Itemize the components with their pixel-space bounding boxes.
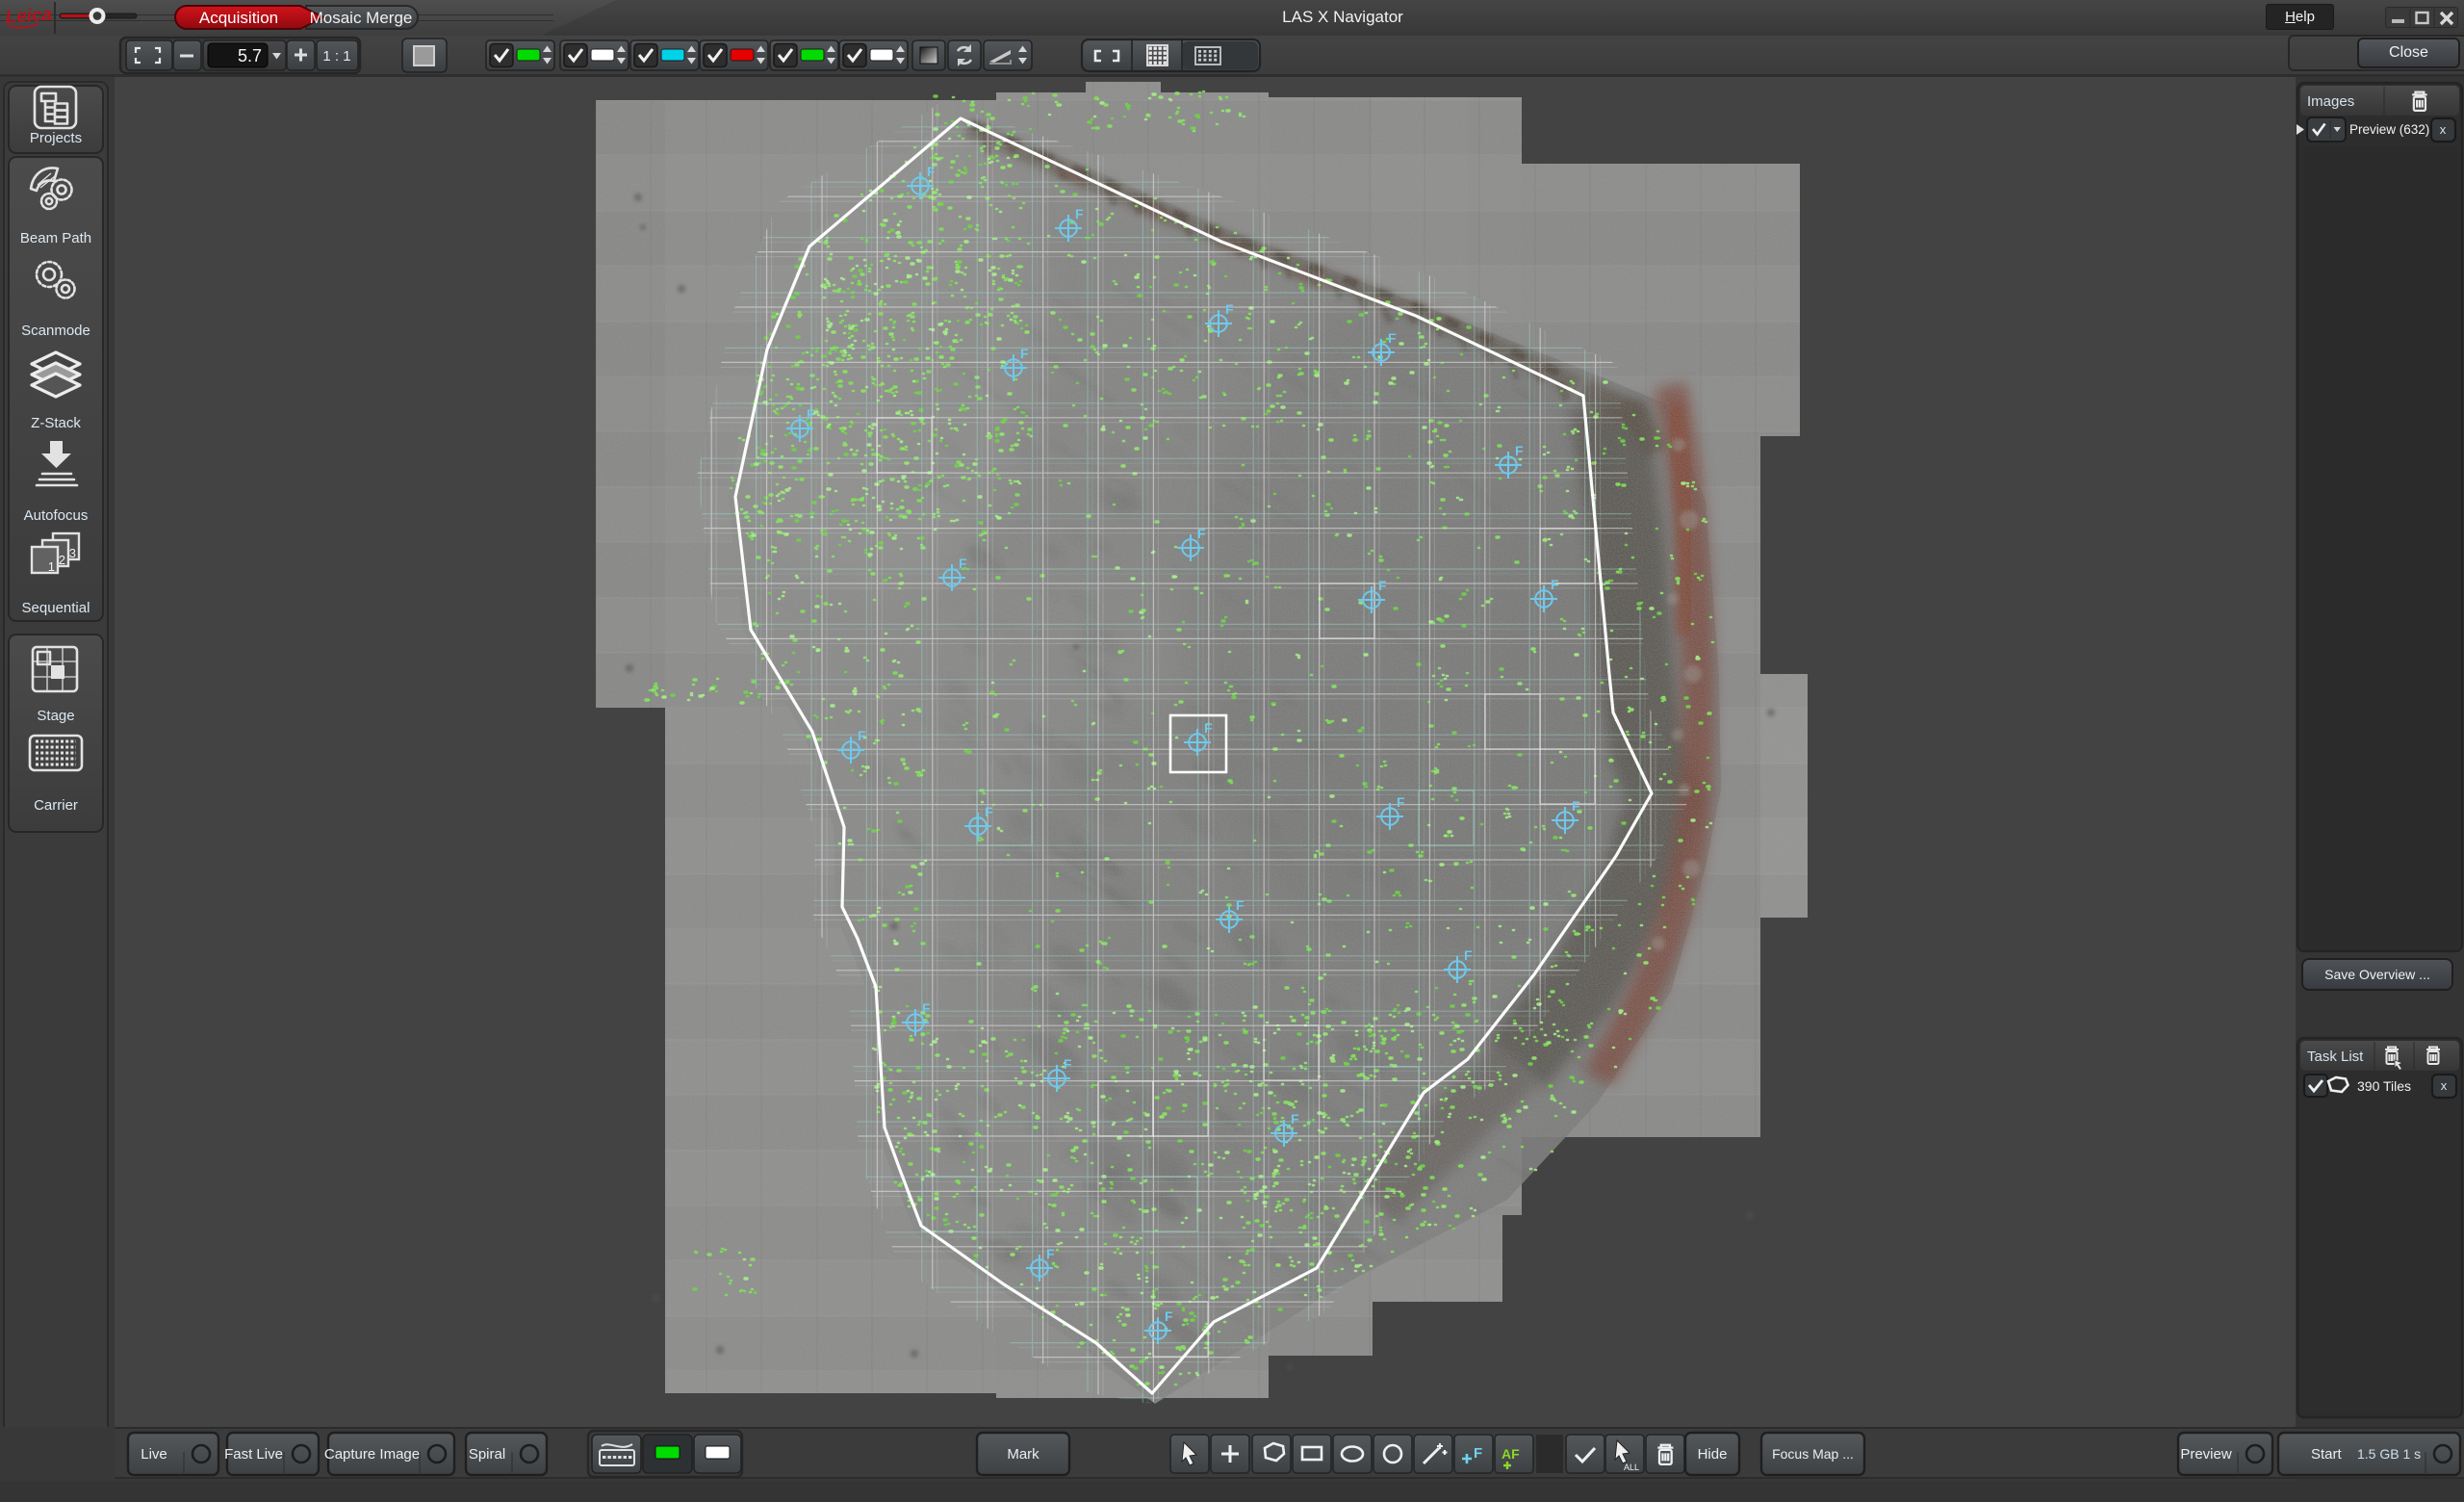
svg-text:F: F: [1291, 1111, 1299, 1126]
svg-text:F: F: [1572, 798, 1580, 814]
svg-text:1 : 1: 1 : 1: [322, 48, 350, 65]
svg-text:ALL: ALL: [1624, 1463, 1639, 1472]
svg-text:1.5 GB 1 s: 1.5 GB 1 s: [2357, 1446, 2421, 1462]
svg-text:Fast Live: Fast Live: [224, 1446, 283, 1463]
svg-text:F: F: [1204, 720, 1213, 736]
svg-text:F: F: [1515, 443, 1524, 458]
svg-text:Projects: Projects: [30, 130, 82, 146]
svg-text:F: F: [1020, 346, 1029, 361]
svg-text:Stage: Stage: [37, 708, 74, 724]
svg-text:Task List: Task List: [2307, 1049, 2364, 1065]
svg-text:F: F: [1378, 578, 1387, 593]
svg-text:AF: AF: [1502, 1446, 1520, 1462]
svg-text:x: x: [2440, 122, 2447, 137]
svg-text:F: F: [1236, 897, 1245, 913]
svg-text:F: F: [1388, 330, 1397, 346]
svg-text:Z-Stack: Z-Stack: [31, 415, 81, 431]
svg-text:Focus Map ...: Focus Map ...: [1772, 1446, 1854, 1462]
svg-text:x: x: [2441, 1078, 2448, 1093]
svg-text:F: F: [1474, 1445, 1482, 1462]
svg-text:Hide: Hide: [1698, 1446, 1728, 1463]
svg-text:F: F: [1225, 301, 1234, 317]
svg-text:Mosaic Merge: Mosaic Merge: [310, 9, 413, 27]
svg-text:Images: Images: [2307, 93, 2354, 110]
svg-text:Mark: Mark: [1007, 1446, 1040, 1463]
svg-text:F: F: [1397, 794, 1405, 810]
svg-text:F: F: [1165, 1308, 1173, 1324]
svg-text:F: F: [922, 1000, 931, 1016]
svg-text:Carrier: Carrier: [34, 797, 78, 814]
svg-text:Acquisition: Acquisition: [199, 9, 278, 27]
svg-text:Start: Start: [2311, 1446, 2343, 1463]
svg-text:F: F: [1046, 1246, 1055, 1261]
svg-text:Beam Path: Beam Path: [20, 230, 91, 246]
svg-text:1: 1: [48, 559, 55, 574]
svg-text:3: 3: [69, 546, 76, 560]
svg-text:Sequential: Sequential: [22, 600, 90, 616]
svg-text:F: F: [858, 728, 866, 743]
svg-text:F: F: [927, 164, 936, 179]
svg-text:Live: Live: [141, 1446, 167, 1463]
svg-text:Preview: Preview: [2180, 1446, 2232, 1463]
svg-text:F: F: [959, 556, 967, 571]
svg-text:Preview (632): Preview (632): [2349, 122, 2429, 137]
svg-text:F: F: [1197, 526, 1206, 541]
svg-text:F: F: [1464, 947, 1473, 963]
svg-text:F: F: [985, 804, 993, 819]
svg-text:F: F: [1551, 577, 1559, 592]
svg-text:Spiral: Spiral: [469, 1446, 505, 1463]
svg-text:Capture Image: Capture Image: [324, 1446, 420, 1463]
svg-text:F: F: [1064, 1056, 1072, 1072]
svg-text:Leica: Leica: [5, 5, 53, 28]
svg-text:F: F: [807, 406, 815, 422]
svg-text:F: F: [1075, 206, 1084, 221]
svg-text:Autofocus: Autofocus: [24, 507, 89, 524]
svg-text:Scanmode: Scanmode: [21, 323, 90, 339]
svg-text:2: 2: [59, 553, 65, 567]
svg-text:5.7: 5.7: [238, 46, 262, 65]
svg-text:390 Tiles: 390 Tiles: [2357, 1078, 2411, 1094]
